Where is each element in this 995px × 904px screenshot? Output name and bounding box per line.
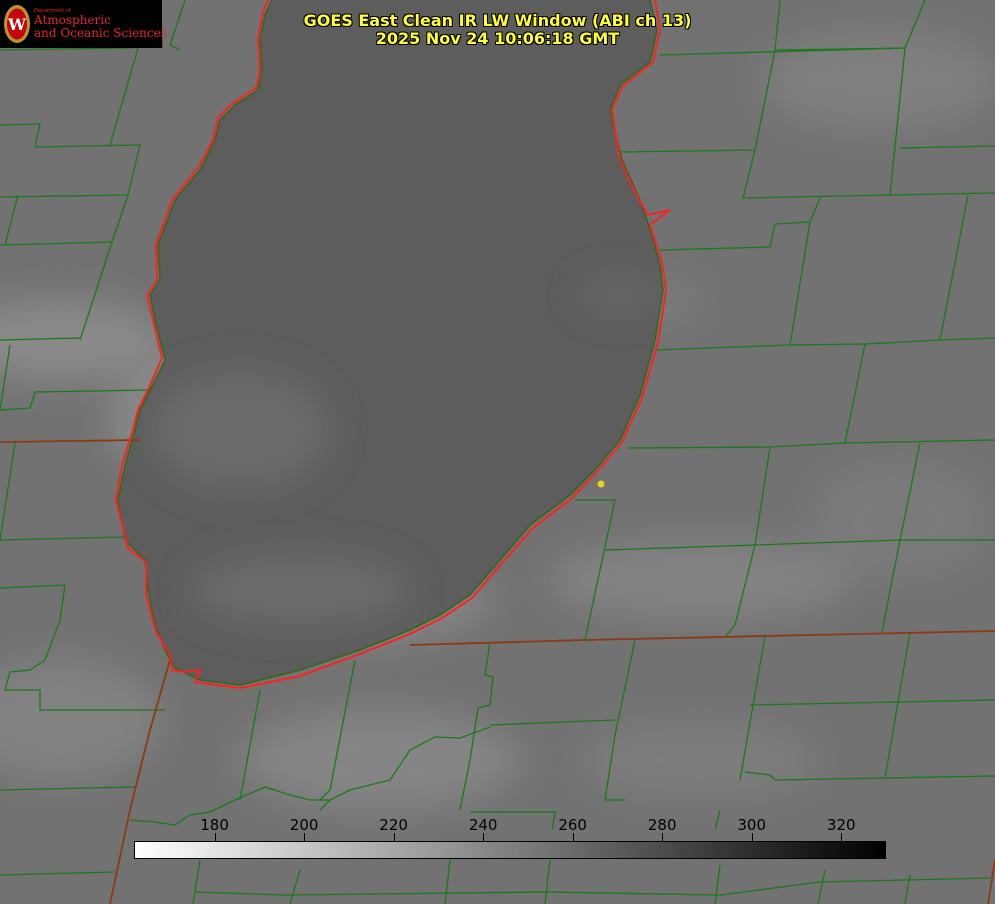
- colorbar-tick-mark: [572, 833, 574, 841]
- colorbar-tick-label: 180: [200, 816, 229, 834]
- colorbar-tick-mark: [841, 833, 843, 841]
- location-marker[interactable]: [597, 480, 605, 488]
- map-canvas: [0, 0, 995, 904]
- title-line2: 2025 Nov 24 10:06:18 GMT: [375, 29, 620, 48]
- colorbar-tick-mark: [662, 833, 664, 841]
- colorbar-tick-mark: [483, 833, 485, 841]
- colorbar-tick-mark: [393, 833, 395, 841]
- colorbar-tick-label: 280: [647, 816, 677, 834]
- colorbar: [134, 841, 886, 859]
- colorbar-tick-label: 220: [379, 816, 408, 834]
- colorbar-tick-mark: [214, 833, 216, 841]
- colorbar-tick-label: 260: [558, 816, 587, 834]
- colorbar-tick-label: 300: [737, 816, 767, 834]
- colorbar-tick-mark: [751, 833, 753, 841]
- colorbar-tick-mark: [304, 833, 306, 841]
- title-line1: GOES East Clean IR LW Window (ABI ch 13): [303, 11, 692, 30]
- satellite-image: W Department of Atmospheric and Oceanic …: [0, 0, 995, 904]
- colorbar-tick-label: 240: [468, 816, 498, 834]
- image-title: GOES East Clean IR LW Window (ABI ch 13)…: [0, 12, 995, 48]
- colorbar-tick-label: 320: [826, 816, 856, 834]
- colorbar-tick-label: 200: [289, 816, 319, 834]
